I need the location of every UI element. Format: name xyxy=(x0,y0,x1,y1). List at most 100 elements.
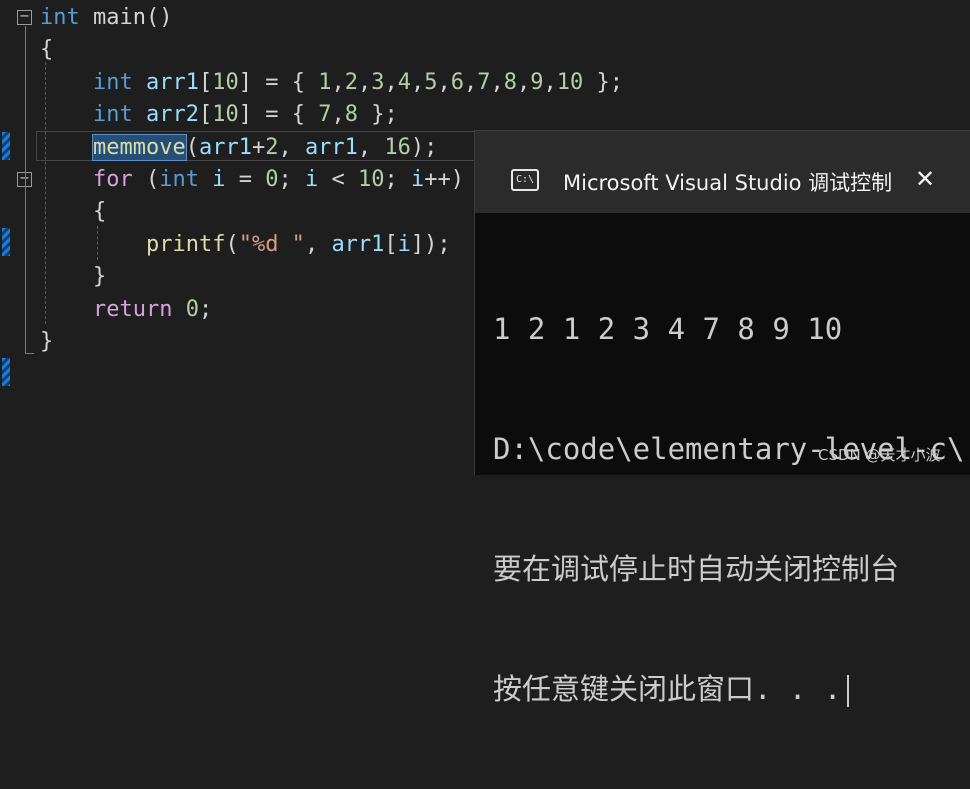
watermark: CSDN @天才小波 xyxy=(818,446,941,464)
code-token: ]); xyxy=(410,231,451,257)
code-token: < xyxy=(318,166,358,192)
code-token: ; xyxy=(384,166,411,192)
code-token: i xyxy=(304,166,319,192)
code-token: { xyxy=(40,199,107,225)
code-token: , xyxy=(331,69,345,95)
code-token: int xyxy=(92,69,133,95)
text-cursor xyxy=(847,675,850,707)
code-token: = xyxy=(225,166,266,192)
breakpoint-change-marker xyxy=(2,228,10,256)
terminal-icon: C:\ xyxy=(511,169,539,191)
code-token: 10 xyxy=(556,69,584,95)
code-token: { xyxy=(40,37,54,63)
code-token: , xyxy=(384,69,398,95)
console-output: 1 2 1 2 3 4 7 8 9 10 D:\code\elementary-… xyxy=(493,229,970,789)
code-token: 2 xyxy=(265,134,279,160)
code-token: , xyxy=(516,69,531,95)
code-token: 10 xyxy=(357,166,385,192)
breakpoint-change-marker xyxy=(2,132,10,160)
code-token: } xyxy=(40,328,54,354)
code-token: printf xyxy=(145,231,226,257)
code-token: 1 xyxy=(318,69,332,95)
code-token: ( xyxy=(185,134,199,160)
close-icon[interactable]: ✕ xyxy=(915,165,935,193)
console-titlebar[interactable]: C:\ Microsoft Visual Studio 调试控制台 ✕ xyxy=(475,131,970,213)
breakpoint-change-marker xyxy=(2,358,10,386)
code-token: arr1 xyxy=(304,134,358,160)
code-token: , xyxy=(410,69,425,95)
code-line[interactable]: int arr2[10] = { 7,8 }; xyxy=(40,99,623,131)
code-token: 0 xyxy=(185,296,199,322)
code-token: ++) xyxy=(424,166,464,192)
code-token: int xyxy=(92,102,133,128)
code-token: 2 xyxy=(344,69,358,95)
code-token: }; xyxy=(357,102,398,128)
code-token: 3 xyxy=(371,69,385,95)
code-line[interactable]: int arr1[10] = { 1,2,3,4,5,6,7,8,9,10 }; xyxy=(40,67,623,99)
debug-console-window[interactable]: C:\ Microsoft Visual Studio 调试控制台 ✕ 1 2 … xyxy=(474,130,970,707)
code-token: ; xyxy=(198,296,213,322)
code-token: , xyxy=(331,102,345,128)
code-token: 4 xyxy=(397,69,411,95)
code-token: memmove xyxy=(91,133,187,161)
code-line[interactable]: { xyxy=(40,34,623,66)
code-token: , xyxy=(490,69,504,95)
code-token: "%d " xyxy=(238,231,305,257)
code-token: i xyxy=(212,166,226,192)
code-token: , xyxy=(278,134,305,160)
code-token: i xyxy=(397,231,411,257)
code-token: 5 xyxy=(424,69,438,95)
code-token: arr1 xyxy=(145,69,199,95)
code-token: ( xyxy=(132,166,160,192)
output-line-prompt: 按任意键关闭此窗口. . . xyxy=(493,669,970,709)
code-token: 7 xyxy=(318,102,332,128)
code-token: i xyxy=(410,166,425,192)
code-token: [ xyxy=(198,69,213,95)
console-title: Microsoft Visual Studio 调试控制台 xyxy=(563,171,893,195)
output-line-hint: 要在调试停止时自动关闭控制台 xyxy=(493,552,900,586)
code-token: for xyxy=(92,166,133,192)
code-token: 10 xyxy=(212,102,239,128)
output-line-numbers: 1 2 1 2 3 4 7 8 9 10 xyxy=(493,312,843,346)
code-token: ] = { xyxy=(238,102,319,128)
fold-toggle-main[interactable]: − xyxy=(17,10,32,25)
code-token: , xyxy=(543,69,557,95)
editor-gutter: − − xyxy=(0,0,36,475)
code-token: , xyxy=(463,69,478,95)
code-token: , xyxy=(437,69,451,95)
code-token: 8 xyxy=(344,102,358,128)
code-token: [ xyxy=(384,231,398,257)
code-token: 10 xyxy=(212,69,239,95)
code-token: int xyxy=(40,5,80,30)
code-token: 16 xyxy=(384,134,411,160)
code-token: main() xyxy=(79,5,173,30)
code-token: 9 xyxy=(530,69,544,95)
code-token: 0 xyxy=(265,166,279,192)
code-token: arr2 xyxy=(145,102,199,128)
fold-line-end xyxy=(25,353,34,354)
code-token: return xyxy=(92,296,173,322)
code-token: , xyxy=(304,231,332,257)
code-token: } xyxy=(40,264,107,290)
code-token: 8 xyxy=(503,69,517,95)
prompt-text: 按任意键关闭此窗口. . . xyxy=(493,672,842,706)
code-token: int xyxy=(159,166,199,192)
code-token: arr1 xyxy=(198,134,252,160)
code-token: + xyxy=(251,134,266,160)
code-token: }; xyxy=(583,69,623,95)
code-token: , xyxy=(357,69,372,95)
code-line[interactable]: int main() xyxy=(40,2,623,34)
code-token: , xyxy=(357,134,385,160)
code-token: 7 xyxy=(477,69,491,95)
code-token: ( xyxy=(225,231,239,257)
code-token: ); xyxy=(410,134,438,160)
code-token: 6 xyxy=(450,69,464,95)
